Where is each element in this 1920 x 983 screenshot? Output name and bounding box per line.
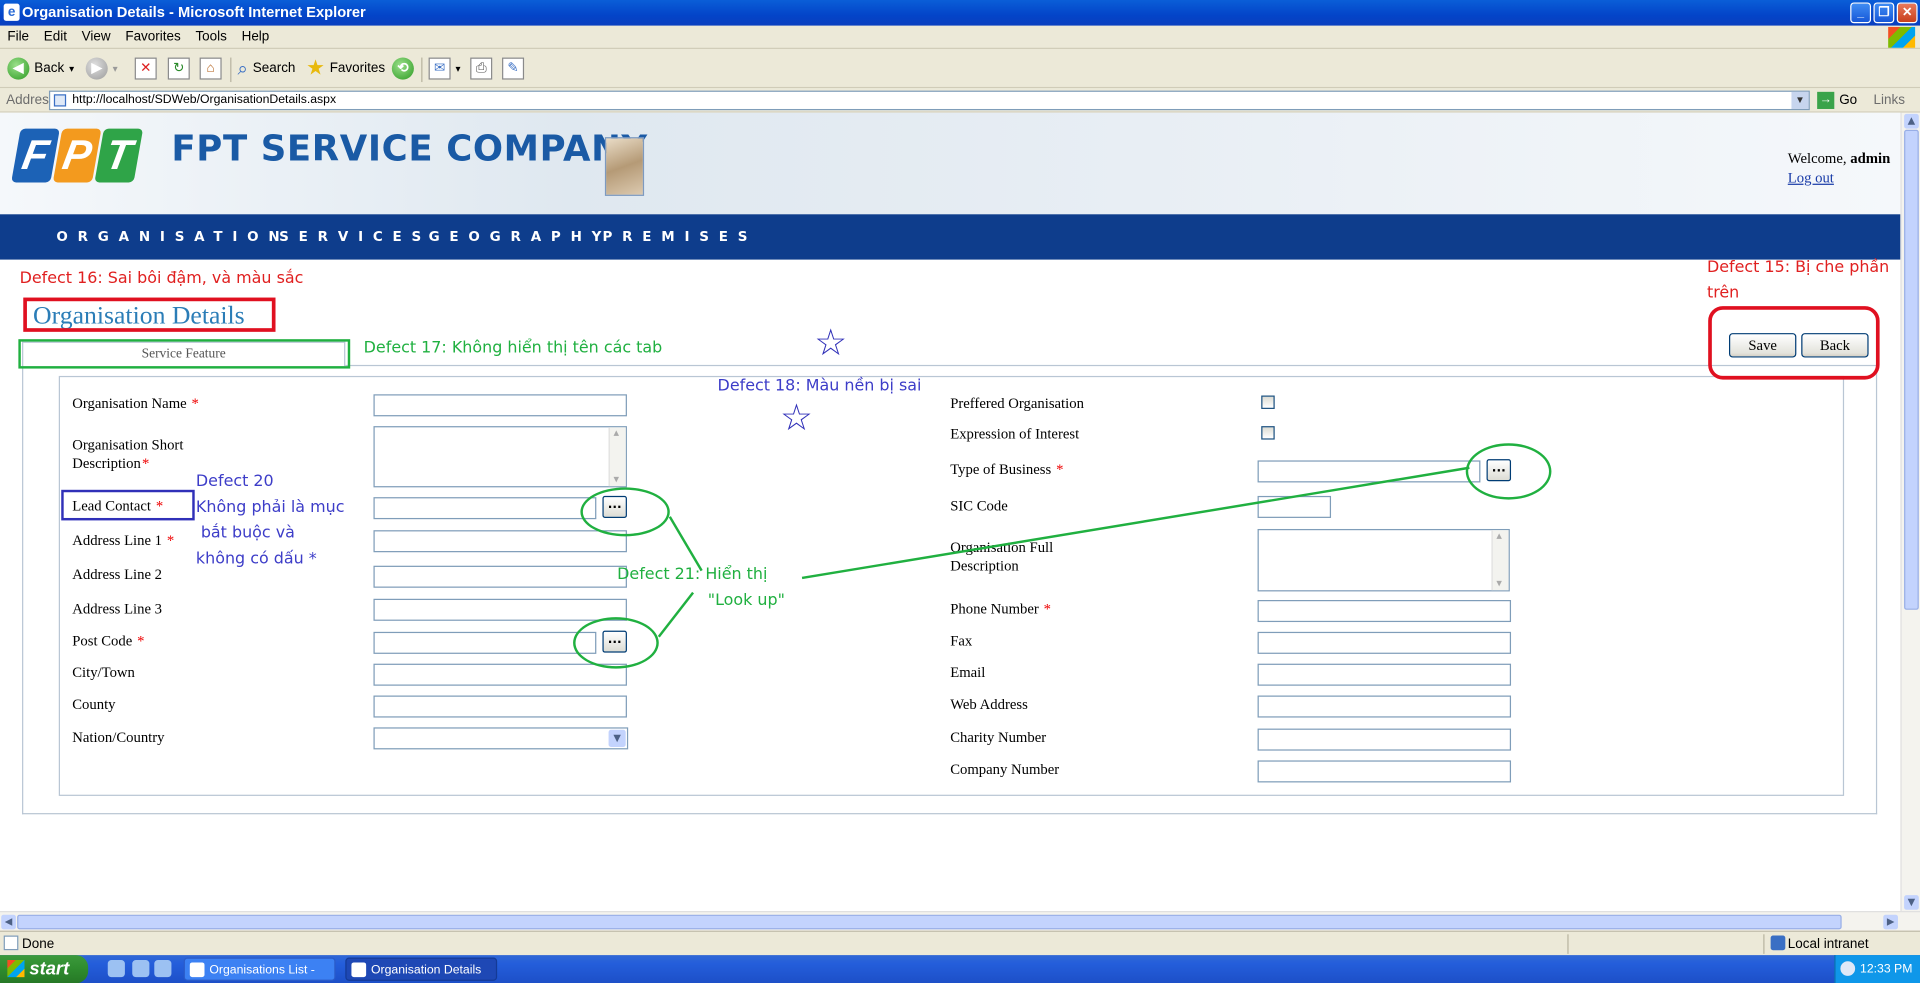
window-title: Organisation Details - Microsoft Interne… <box>22 3 366 21</box>
address-url: http://localhost/SDWeb/OrganisationDetai… <box>72 93 337 107</box>
chevron-down-icon: ▾ <box>69 63 75 75</box>
ie-icon <box>351 962 367 978</box>
window-title-bar: e Organisation Details - Microsoft Inter… <box>0 0 1920 26</box>
intranet-icon <box>1770 935 1786 951</box>
search-icon: ⌕ <box>237 58 248 79</box>
maximize-button[interactable]: ❐ <box>1873 2 1895 24</box>
history-button[interactable]: ⟲ <box>391 56 414 80</box>
security-zone: Local intranet <box>1787 936 1869 952</box>
defect-21-connectors <box>657 466 1470 638</box>
close-button[interactable]: ✕ <box>1896 2 1918 24</box>
home-button[interactable]: ⌂ <box>199 56 222 80</box>
menu-favorites[interactable]: Favorites <box>118 26 188 44</box>
favorites-button[interactable]: ★ Favorites <box>306 56 385 80</box>
mail-button[interactable]: ✉ ▾ <box>428 56 461 80</box>
task-organisation-details[interactable]: Organisation Details -... <box>345 957 498 981</box>
horizontal-scrollbar[interactable]: ◀ ▶ <box>0 911 1920 931</box>
ie-icon: e <box>3 3 20 21</box>
address-input[interactable]: http://localhost/SDWeb/OrganisationDetai… <box>48 90 1810 111</box>
refresh-icon: ↻ <box>167 57 190 80</box>
status-divider <box>1763 934 1765 954</box>
print-icon: ⎙ <box>470 57 493 80</box>
menu-help[interactable]: Help <box>234 26 276 44</box>
back-button[interactable]: ◀ Back ▾ <box>7 56 74 80</box>
toolbar-divider <box>230 57 232 83</box>
scroll-up-icon[interactable]: ▲ <box>1904 113 1919 129</box>
search-button[interactable]: ⌕ Search <box>238 56 296 80</box>
vertical-scrollbar[interactable]: ▲ ▼ <box>1900 112 1920 912</box>
media-quicklaunch-icon[interactable] <box>154 960 172 978</box>
windows-logo-icon <box>1888 26 1916 48</box>
chevron-down-icon: ▾ <box>112 63 118 75</box>
page-icon <box>53 94 67 107</box>
scroll-down-icon[interactable]: ▼ <box>1904 895 1919 910</box>
home-icon: ⌂ <box>199 57 222 80</box>
star-icon: ★ <box>306 56 325 80</box>
menu-tools[interactable]: Tools <box>188 26 234 44</box>
scroll-thumb[interactable] <box>1904 129 1919 610</box>
scroll-right-icon[interactable]: ▶ <box>1883 914 1898 930</box>
status-text: Done <box>22 936 55 952</box>
windows-logo-icon <box>7 960 25 978</box>
toolbar-divider <box>421 57 423 83</box>
scroll-left-icon[interactable]: ◀ <box>1 914 16 930</box>
scroll-thumb[interactable] <box>17 914 1842 930</box>
page-viewport: F P T FPT SERVICE COMPANY Welcome, admin… <box>0 112 1901 912</box>
mail-icon: ✉ <box>428 57 451 80</box>
links-button[interactable]: Links <box>1873 93 1904 108</box>
status-divider <box>1567 934 1569 954</box>
taskbar: start Organisations List - M... Organisa… <box>0 955 1920 983</box>
refresh-button[interactable]: ↻ <box>167 56 190 80</box>
menu-view[interactable]: View <box>74 26 118 44</box>
menu-edit[interactable]: Edit <box>36 26 74 44</box>
menu-bar: File Edit View Favorites Tools Help <box>0 25 1920 49</box>
tray-icon[interactable] <box>1840 961 1856 976</box>
task-organisations-list[interactable]: Organisations List - M... <box>183 957 336 981</box>
forward-button[interactable]: ▶ ▾ <box>85 56 118 80</box>
history-icon: ⟲ <box>391 57 414 80</box>
chevron-down-icon: ▾ <box>455 63 461 75</box>
print-button[interactable]: ⎙ <box>470 56 493 80</box>
start-button[interactable]: start <box>0 955 89 983</box>
minimize-button[interactable]: _ <box>1850 2 1872 24</box>
ie-icon <box>189 962 205 978</box>
edit-icon: ✎ <box>502 57 525 80</box>
address-bar: Address http://localhost/SDWeb/Organisat… <box>0 88 1920 113</box>
back-arrow-icon: ◀ <box>7 57 30 80</box>
forward-arrow-icon: ▶ <box>85 57 108 80</box>
stop-icon: ✕ <box>134 57 157 80</box>
go-button[interactable]: → Go <box>1817 91 1857 109</box>
edit-button[interactable]: ✎ <box>502 56 525 80</box>
stop-button[interactable]: ✕ <box>134 56 157 80</box>
menu-file[interactable]: File <box>0 26 36 44</box>
ie-quicklaunch-icon[interactable] <box>107 960 125 978</box>
chevron-down-icon[interactable]: ▼ <box>1791 91 1809 109</box>
screen: e Organisation Details - Microsoft Inter… <box>0 0 1920 983</box>
toolbar: ◀ Back ▾ ▶ ▾ ✕ ↻ ⌂ ⌕ Search ★ Favorites … <box>0 48 1920 89</box>
status-bar: Done Local intranet <box>0 930 1920 956</box>
explorer-quicklaunch-icon[interactable] <box>132 960 150 978</box>
page-icon <box>3 935 19 951</box>
go-arrow-icon: → <box>1817 91 1835 109</box>
system-tray: 12:33 PM <box>1834 955 1920 983</box>
clock: 12:33 PM <box>1860 962 1913 976</box>
